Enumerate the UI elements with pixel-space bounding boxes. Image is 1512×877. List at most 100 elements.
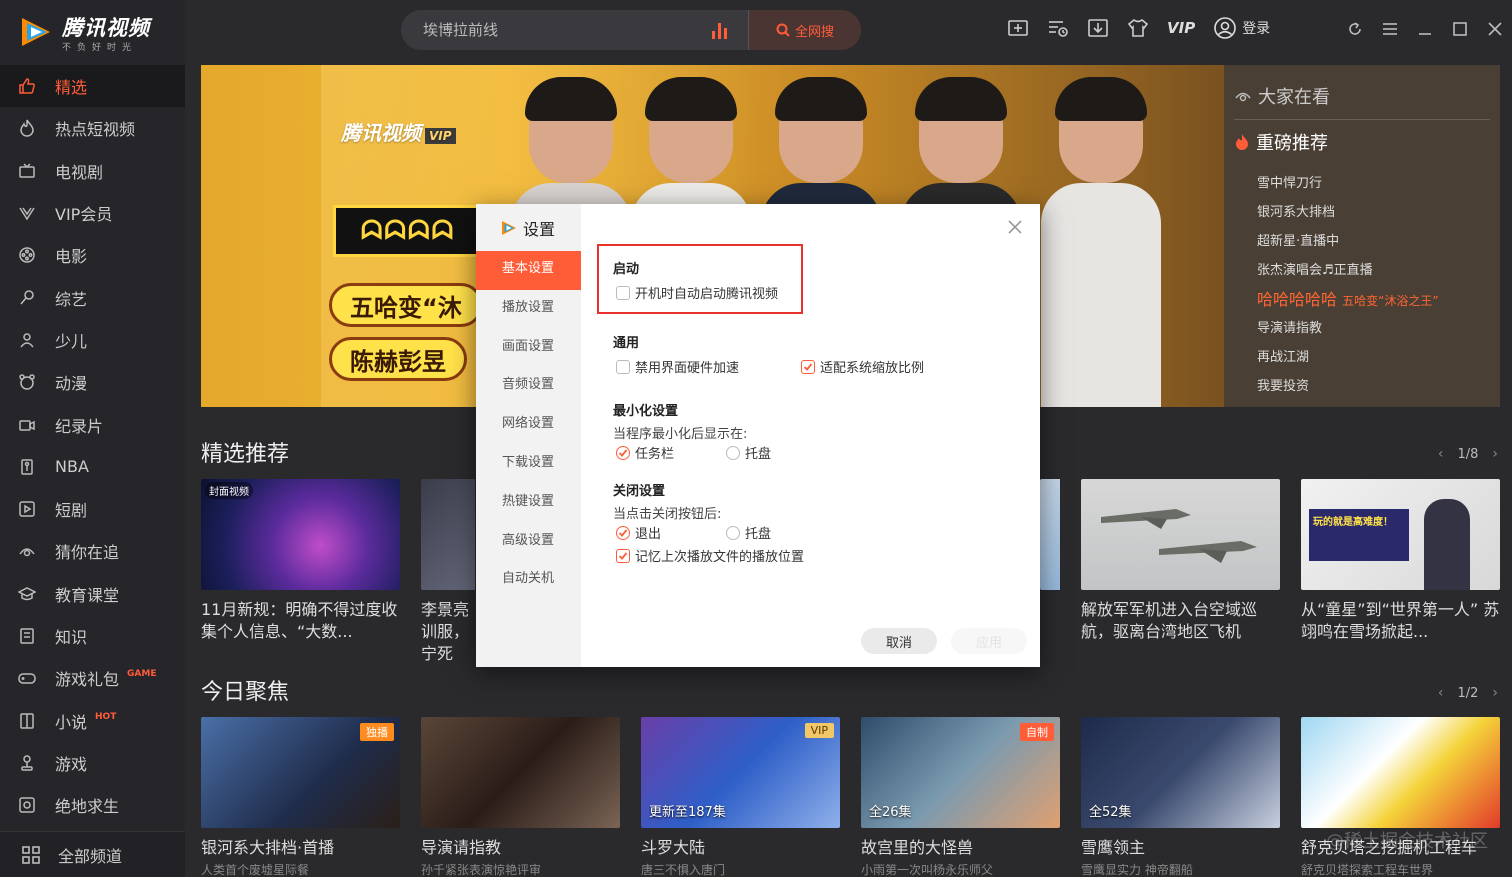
chevron-right-icon[interactable]: ›	[1492, 685, 1498, 701]
settings-menu-item[interactable]: 播放设置	[476, 290, 581, 329]
video-card[interactable]: 导演请指教 孙千紧张表演惊艳评审	[421, 717, 620, 877]
sidebar-item[interactable]: VIP会员	[0, 192, 185, 234]
video-card[interactable]: 舒克贝塔之挖掘机工程车 舒克贝塔探索工程车世界	[1301, 717, 1500, 877]
episode-count: 全52集	[1089, 805, 1132, 820]
chevron-left-icon[interactable]: ‹	[1438, 685, 1444, 701]
checkbox-box	[616, 359, 630, 374]
cancel-button[interactable]: 取消	[861, 628, 937, 654]
kid-icon	[18, 331, 36, 349]
video-card[interactable]: 独播 银河系大排档·首播 人类首个废墟星际餐	[201, 717, 400, 877]
sidebar-item[interactable]: 少儿	[0, 319, 185, 361]
settings-menu-item[interactable]: 下载设置	[476, 445, 581, 484]
tencent-video-logo-icon	[22, 18, 50, 46]
all-channels-button[interactable]: 全部频道	[0, 831, 185, 877]
menu-icon[interactable]	[1381, 20, 1399, 38]
sidebar-item[interactable]: 知识	[0, 615, 185, 657]
target-icon	[18, 796, 36, 814]
video-card[interactable]: 解放军军机进入台空域巡航，驱离台湾地区飞机	[1081, 479, 1280, 643]
hot-chart-icon[interactable]	[712, 21, 734, 39]
settings-menu-item[interactable]: 音频设置	[476, 367, 581, 406]
sidebar-item[interactable]: 绝地求生	[0, 784, 185, 826]
trending-header[interactable]: 大家在看	[1234, 83, 1330, 109]
sidebar-item[interactable]: 猜你在追	[0, 530, 185, 572]
sidebar-item[interactable]: 动漫	[0, 361, 185, 403]
settings-menu-item[interactable]: 自动关机	[476, 561, 581, 600]
trending-item[interactable]: 雪中悍刀行	[1257, 169, 1439, 198]
video-card[interactable]: 全52集 雪鹰领主 雪鹰显实力 神帝翻船	[1081, 717, 1280, 877]
disable-hw-accel-label: 禁用界面硬件加速	[635, 361, 740, 376]
apply-button[interactable]: 应用	[951, 628, 1027, 654]
close-tray-radio[interactable]: 托盘	[726, 523, 771, 542]
video-card[interactable]: 封面视频 11月新规：明确不得过度收集个人信息、“大数...	[201, 479, 400, 643]
autostart-checkbox[interactable]: 开机时自动启动腾讯视频	[616, 283, 778, 302]
search-icon	[776, 23, 790, 37]
sidebar-item-label: 知识	[55, 628, 88, 647]
trending-item[interactable]: 超新星·直播中	[1257, 227, 1439, 256]
minimize-desc: 当程序最小化后显示在:	[613, 427, 748, 442]
trending-item[interactable]: 再战江湖	[1257, 343, 1439, 372]
settings-menu-item[interactable]: 基本设置	[476, 251, 581, 290]
minimize-taskbar-radio[interactable]: 任务栏	[616, 443, 674, 462]
sidebar-item[interactable]: 教育课堂	[0, 573, 185, 615]
chevron-left-icon[interactable]: ‹	[1438, 446, 1444, 462]
sidebar-item[interactable]: 电视剧	[0, 150, 185, 192]
sidebar-item[interactable]: 纪录片	[0, 403, 185, 445]
sidebar-item[interactable]: 小说 HOT	[0, 699, 185, 741]
trending-item-title: 超新星·直播中	[1257, 234, 1340, 249]
video-card[interactable]: VIP 更新至187集 斗罗大陆 唐三不惧入唐门	[641, 717, 840, 877]
sidebar-item[interactable]: 游戏	[0, 742, 185, 784]
trending-panel: 大家在看 重磅推荐 雪中悍刀行 银河系大排档超新星·直播中张杰演唱会♬正直播 哈哈哈…	[1224, 65, 1500, 407]
video-card[interactable]: 自制 全26集 故宫里的大怪兽 小雨第一次叫杨永乐师父	[861, 717, 1060, 877]
close-exit-radio[interactable]: 退出	[616, 523, 661, 542]
microphone-icon	[18, 289, 36, 307]
sidebar-item-label: 电视剧	[55, 162, 104, 182]
settings-menu-item[interactable]: 画面设置	[476, 329, 581, 368]
recommend-header[interactable]: 重磅推荐	[1234, 129, 1328, 155]
sidebar-item[interactable]: 游戏礼包 GAME	[0, 657, 185, 699]
chevron-right-icon[interactable]: ›	[1492, 446, 1498, 462]
trending-item-subtitle: 五哈变“沐浴之王”	[1342, 294, 1439, 308]
trending-item[interactable]: 我要投资	[1257, 372, 1439, 401]
skin-shirt-icon[interactable]	[1127, 17, 1149, 39]
minimize-tray-radio[interactable]: 托盘	[726, 443, 771, 462]
upload-video-icon[interactable]	[1007, 17, 1029, 39]
history-list-icon[interactable]	[1047, 17, 1069, 39]
refresh-icon[interactable]	[1346, 20, 1364, 38]
trending-item[interactable]: 哈哈哈哈哈 五哈变“沐浴之王”	[1257, 285, 1439, 314]
close-window-icon[interactable]	[1486, 20, 1504, 38]
sidebar-item-label: 绝地求生	[55, 797, 120, 817]
sidebar-item-label: 游戏礼包	[55, 670, 120, 690]
video-card[interactable]	[1040, 479, 1060, 590]
video-card[interactable]: 玩的就是高难度！ 从“童星”到“世界第一人” 苏翊鸣在雪场掀起...	[1301, 479, 1500, 643]
sidebar-item[interactable]: 精选	[0, 65, 185, 108]
sidebar-item[interactable]: 热点短视频	[0, 107, 185, 149]
disable-hw-accel-checkbox[interactable]: 禁用界面硬件加速	[616, 357, 739, 376]
login-button[interactable]: 登录	[1213, 16, 1270, 40]
remember-position-checkbox[interactable]: 记忆上次播放文件的播放位置	[616, 546, 804, 565]
download-icon[interactable]	[1087, 17, 1109, 39]
vip-button[interactable]: VIP	[1167, 17, 1195, 39]
trending-item[interactable]: 银河系大排档	[1257, 198, 1439, 227]
settings-menu-item[interactable]: 热键设置	[476, 484, 581, 523]
trending-item[interactable]: 导演请指教	[1257, 314, 1439, 343]
trending-item[interactable]: 张杰演唱会♬正直播	[1257, 256, 1439, 285]
search-button[interactable]: 全网搜	[748, 10, 861, 50]
maximize-icon[interactable]	[1451, 20, 1469, 38]
search-input[interactable]	[401, 10, 712, 50]
sidebar-item[interactable]: 短剧	[0, 488, 185, 530]
minimize-icon[interactable]	[1416, 20, 1434, 38]
fit-scale-checkbox[interactable]: 适配系统缩放比例	[801, 357, 924, 376]
search-box: 全网搜	[401, 10, 861, 50]
eye-icon	[1235, 92, 1251, 102]
sidebar-item[interactable]: NBA	[0, 446, 185, 488]
book-icon	[18, 627, 36, 645]
app-logo[interactable]: 腾讯视频 不负好时光	[18, 12, 168, 53]
settings-menu-item[interactable]: 高级设置	[476, 523, 581, 562]
video-card[interactable]: 李景亮训服，宁死	[421, 479, 475, 665]
settings-menu: 基本设置 播放设置 画面设置 音频设置 网络设置 下载设置 热键设置 高级设置 自动关机	[476, 251, 581, 600]
sidebar-item[interactable]: 综艺	[0, 276, 185, 318]
settings-menu-item[interactable]: 网络设置	[476, 406, 581, 445]
sidebar-nav: 精选热点短视频电视剧 VIP会员 电影 综艺 少儿 动漫 纪录片 NBA 短剧 猜你在追 教育课堂知…	[0, 65, 185, 826]
sidebar-item[interactable]: 电影	[0, 234, 185, 276]
sidebar-item-label: 热点短视频	[55, 120, 136, 140]
